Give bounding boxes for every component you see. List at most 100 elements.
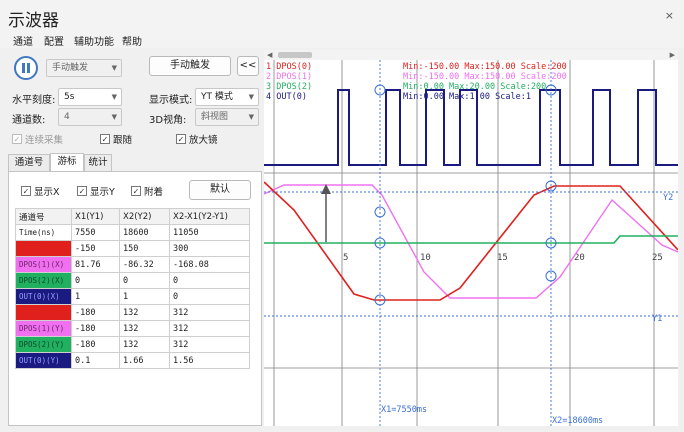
value-cell: 132	[119, 336, 170, 353]
channel-count-value: 4	[64, 112, 70, 122]
table-row[interactable]: DPOS(1)(Y) -180 132 312	[15, 320, 250, 337]
check-icon: ✓	[176, 134, 186, 144]
display-mode-select[interactable]: YT 模式 ▼	[195, 88, 259, 106]
show-x-label: 显示X	[34, 187, 60, 198]
title-bar: 示波器 ×	[0, 0, 684, 31]
scrollbar-thumb[interactable]	[278, 52, 312, 58]
magnifier-checkbox[interactable]: ✓ 放大镜	[176, 132, 218, 146]
cursor-panel: ✓ 显示X ✓ 显示Y ✓ 附着 默认 通道号 X1(Y1) X2(Y2) X2-X1…	[8, 171, 262, 426]
cursor-table: 通道号 X1(Y1) X2(Y2) X2-X1(Y2-Y1) Time(ns) 7…	[15, 208, 250, 369]
view3d-value: 斜视图	[201, 112, 229, 122]
pause-icon[interactable]	[14, 56, 38, 80]
check-icon: ✓	[12, 134, 22, 144]
close-icon[interactable]: ×	[665, 9, 674, 22]
menu-item[interactable]: 帮助	[122, 33, 142, 48]
follow-label: 跟随	[113, 135, 133, 146]
check-icon: ✓	[100, 134, 110, 144]
view3d-select[interactable]: 斜视图 ▼	[195, 108, 259, 126]
table-row[interactable]: Time(ns) 7550 18600 11050	[15, 224, 250, 241]
channel-count-select[interactable]: 4 ▼	[58, 108, 122, 126]
chevron-down-icon: ▼	[248, 93, 254, 101]
table-row[interactable]: DPOS(0)(X) -150 150 300	[15, 240, 250, 257]
value-cell: -180	[71, 336, 120, 353]
value-cell: 11050	[169, 224, 250, 241]
tab-statistics[interactable]: 统计	[84, 154, 112, 171]
table-row[interactable]: OUT(0)(Y) 0.1 1.66 1.56	[15, 352, 250, 369]
show-x-checkbox[interactable]: ✓ 显示X	[21, 184, 60, 198]
manual-trigger-button[interactable]: 手动触发	[149, 56, 231, 76]
channel-name-cell: DPOS(0)(Y)	[15, 304, 72, 321]
table-row[interactable]: OUT(0)(X) 1 1 0	[15, 288, 250, 305]
oscilloscope-view[interactable]: ◀ ▶ 5 10 15 20 25 1 DPOS(0) Min:-150.00 Max:15…	[264, 50, 678, 426]
value-cell: 7550	[71, 224, 120, 241]
value-cell: 1	[71, 288, 120, 305]
y2-label: Y2	[663, 193, 673, 203]
collapse-button[interactable]: <<	[237, 56, 259, 76]
view3d-label: 3D视角:	[149, 115, 187, 126]
value-cell: -86.32	[119, 256, 170, 273]
x-tick-label: 5	[343, 253, 348, 263]
value-cell: -180	[71, 304, 120, 321]
magnifier-label: 放大镜	[189, 135, 218, 146]
channel-name-cell: DPOS(1)(Y)	[15, 320, 72, 337]
show-y-checkbox[interactable]: ✓ 显示Y	[77, 184, 115, 198]
table-row[interactable]: DPOS(0)(Y) -180 132 312	[15, 304, 250, 321]
legend-label: 2 DPOS(1)	[266, 72, 312, 82]
tab-cursor[interactable]: 游标	[50, 153, 84, 172]
scroll-right-icon[interactable]: ▶	[670, 51, 675, 59]
table-row[interactable]: DPOS(2)(X) 0 0 0	[15, 272, 250, 289]
value-cell: 0	[169, 272, 250, 289]
chevron-down-icon: ▼	[111, 93, 117, 101]
channel-name-cell: DPOS(1)(X)	[15, 256, 72, 273]
waveform-plot[interactable]: 5 10 15 20 251 DPOS(0) Min:-150.00 Max:150.00…	[264, 60, 678, 426]
table-row[interactable]: DPOS(1)(X) 81.76 -86.32 -168.08	[15, 256, 250, 273]
value-cell: 150	[119, 240, 170, 257]
trigger-mode-select[interactable]: 手动触发 ▼	[46, 59, 122, 77]
channel-name-cell: OUT(0)(X)	[15, 288, 72, 305]
legend-info: Min:-150.00 Max:150.00 Scale:200	[403, 72, 567, 82]
value-cell: 312	[169, 304, 250, 321]
default-button[interactable]: 默认	[189, 180, 251, 200]
scroll-left-icon[interactable]: ◀	[267, 51, 272, 59]
value-cell: 300	[169, 240, 250, 257]
x-tick-label: 15	[497, 253, 508, 263]
attach-label: 附着	[144, 187, 164, 198]
horiz-scale-select[interactable]: 5s ▼	[58, 88, 122, 106]
legend-info: Min:0.00 Max:20.00 Scale:200	[403, 82, 546, 92]
display-mode-label: 显示模式:	[149, 95, 193, 106]
column-header: 通道号	[15, 208, 72, 225]
table-header-row: 通道号 X1(Y1) X2(Y2) X2-X1(Y2-Y1)	[15, 208, 250, 225]
horizontal-scrollbar[interactable]: ◀ ▶	[264, 50, 678, 60]
x-tick-label: 25	[652, 253, 663, 263]
value-cell: 81.76	[71, 256, 120, 273]
follow-checkbox[interactable]: ✓ 跟随	[100, 132, 132, 146]
value-cell: 0.1	[71, 352, 120, 369]
channel-name-cell: DPOS(2)(X)	[15, 272, 72, 289]
legend-label: 1 DPOS(0)	[266, 62, 312, 72]
check-icon: ✓	[21, 186, 31, 196]
column-header: X2-X1(Y2-Y1)	[169, 208, 250, 225]
continuous-checkbox[interactable]: ✓ 连续采集	[12, 132, 63, 146]
legend-info: Min:0.00 Max:1.00 Scale:1	[403, 92, 531, 102]
attach-checkbox[interactable]: ✓ 附着	[131, 184, 163, 198]
chevron-down-icon: ▼	[111, 113, 117, 121]
value-cell: 18600	[119, 224, 170, 241]
x2-label: X2=18600ms	[552, 416, 603, 426]
value-cell: 1	[119, 288, 170, 305]
table-row[interactable]: DPOS(2)(Y) -180 132 312	[15, 336, 250, 353]
column-header: X2(Y2)	[119, 208, 170, 225]
x-tick-label: 10	[420, 253, 431, 263]
tab-bar: 通道号 游标 统计	[8, 153, 262, 172]
menu-item[interactable]: 配置	[44, 33, 64, 48]
value-cell: 1.66	[119, 352, 170, 369]
tab-channel[interactable]: 通道号	[8, 154, 50, 171]
x1-label: X1=7550ms	[381, 405, 427, 415]
trigger-mode-value: 手动触发	[52, 63, 89, 73]
menu-item[interactable]: 辅助功能	[74, 33, 114, 48]
channel-name-cell: Time(ns)	[15, 224, 72, 241]
value-cell: 312	[169, 320, 250, 337]
menu-item[interactable]: 通道	[13, 33, 33, 48]
window-title: 示波器	[8, 11, 59, 31]
continuous-label: 连续采集	[25, 135, 64, 146]
menu-bar: 通道 配置 辅助功能 帮助	[0, 30, 684, 48]
